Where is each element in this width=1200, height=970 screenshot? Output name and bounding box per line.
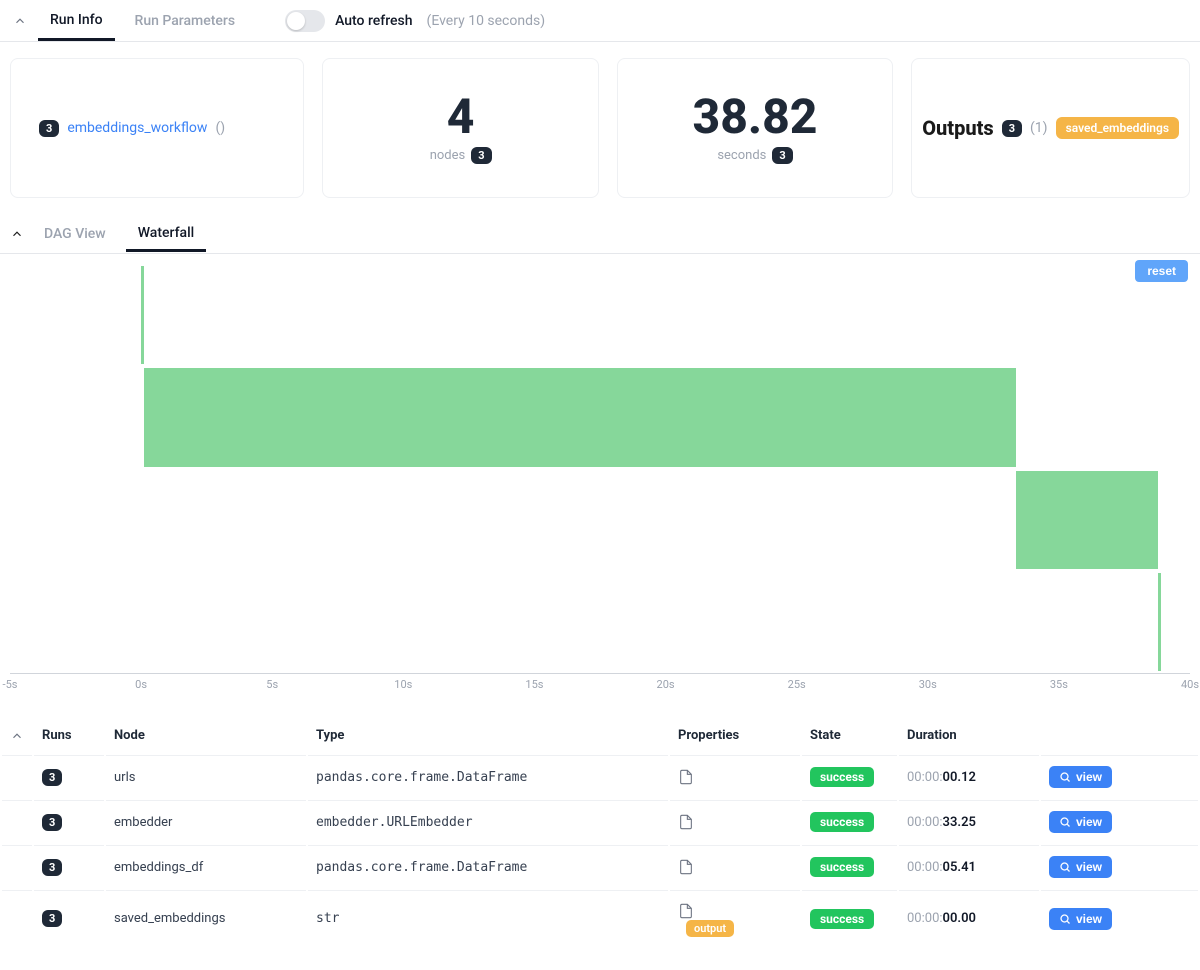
x-tick: 10s [394, 678, 412, 691]
table-row: 3 embeddings_dfpandas.core.frame.DataFram… [2, 845, 1198, 888]
x-tick: 0s [135, 678, 147, 691]
state-badge: success [810, 812, 874, 832]
seconds-label: seconds [717, 148, 766, 163]
node-type: pandas.core.frame.DataFrame [308, 755, 668, 798]
col-expand[interactable] [2, 718, 32, 753]
file-icon[interactable] [678, 901, 792, 921]
collapse-sub-icon[interactable] [10, 227, 24, 241]
outputs-pill[interactable]: saved_embeddings [1056, 117, 1179, 139]
waterfall-chart[interactable] [10, 264, 1190, 674]
view-button[interactable]: view [1049, 908, 1112, 930]
table-row: 3 embedderembedder.URLEmbedder success 00:0… [2, 800, 1198, 843]
col-duration: Duration [899, 718, 1039, 753]
outputs-label: Outputs [922, 116, 993, 140]
x-tick: 5s [266, 678, 278, 691]
outputs-count: (1) [1030, 120, 1048, 136]
x-tick: 30s [919, 678, 937, 691]
auto-refresh-toggle[interactable] [285, 10, 325, 32]
duration-prefix: 00:00: [907, 860, 943, 875]
auto-refresh-sub: (Every 10 seconds) [427, 13, 546, 29]
col-properties: Properties [670, 718, 800, 753]
waterfall-bar[interactable] [1158, 573, 1161, 671]
run-badge: 3 [42, 910, 62, 927]
state-badge: success [810, 857, 874, 877]
col-runs: Runs [34, 718, 104, 753]
card-nodes: 4 nodes 3 [322, 58, 598, 198]
runs-table: Runs Node Type Properties State Duration… [0, 716, 1200, 948]
run-badge: 3 [42, 859, 62, 876]
run-badge: 3 [42, 769, 62, 786]
outputs-badge: 3 [1002, 120, 1022, 137]
waterfall-chart-area: reset -5s0s5s10s15s20s25s30s35s40s [0, 254, 1200, 698]
state-badge: success [810, 767, 874, 787]
auto-refresh-label: Auto refresh [335, 13, 412, 29]
seconds-badge: 3 [772, 147, 792, 164]
waterfall-bar[interactable] [1016, 471, 1158, 569]
nodes-label: nodes [430, 148, 466, 163]
waterfall-bar[interactable] [144, 368, 1016, 466]
view-button[interactable]: view [1049, 811, 1112, 833]
duration-prefix: 00:00: [907, 815, 943, 830]
file-icon[interactable] [678, 767, 792, 787]
nodes-count: 4 [447, 93, 475, 141]
tab-run-parameters[interactable]: Run Parameters [123, 3, 248, 39]
node-type: embedder.URLEmbedder [308, 800, 668, 843]
col-node: Node [106, 718, 306, 753]
duration-prefix: 00:00: [907, 770, 943, 785]
x-tick: 15s [525, 678, 543, 691]
x-tick: 20s [657, 678, 675, 691]
tab-waterfall[interactable]: Waterfall [126, 217, 207, 252]
output-badge: output [686, 920, 734, 937]
node-name: saved_embeddings [106, 890, 306, 946]
table-row: 3 saved_embeddingsstr output success 00:00:0… [2, 890, 1198, 946]
seconds-value: 38.82 [693, 93, 818, 141]
summary-cards: 3 embeddings_workflow () 4 nodes 3 38.82 … [0, 42, 1200, 214]
node-name: urls [106, 755, 306, 798]
node-name: embeddings_df [106, 845, 306, 888]
view-button[interactable]: view [1049, 766, 1112, 788]
col-type: Type [308, 718, 668, 753]
node-type: pandas.core.frame.DataFrame [308, 845, 668, 888]
node-name: embedder [106, 800, 306, 843]
workflow-suffix: () [215, 120, 225, 136]
waterfall-bar[interactable] [141, 266, 144, 364]
view-button[interactable]: view [1049, 856, 1112, 878]
tab-dag-view[interactable]: DAG View [32, 218, 118, 250]
card-seconds: 38.82 seconds 3 [617, 58, 893, 198]
x-tick: -5s [3, 678, 18, 691]
duration-value: 33.25 [943, 815, 976, 830]
auto-refresh: Auto refresh (Every 10 seconds) [285, 10, 545, 32]
sub-tabs: DAG View Waterfall [0, 214, 1200, 254]
duration-value: 00.00 [943, 911, 976, 926]
col-state: State [802, 718, 897, 753]
collapse-top-icon[interactable] [10, 14, 30, 28]
x-tick: 40s [1181, 678, 1199, 691]
workflow-link[interactable]: embeddings_workflow [67, 120, 207, 136]
state-badge: success [810, 909, 874, 929]
duration-prefix: 00:00: [907, 911, 943, 926]
x-tick: 25s [788, 678, 806, 691]
workflow-badge: 3 [39, 120, 59, 137]
x-axis-ticks: -5s0s5s10s15s20s25s30s35s40s [10, 674, 1190, 698]
top-tabs: Run Info Run Parameters Auto refresh (Ev… [0, 0, 1200, 42]
card-outputs: Outputs 3 (1) saved_embeddings [911, 58, 1190, 198]
tab-run-info[interactable]: Run Info [38, 2, 115, 41]
x-tick: 35s [1050, 678, 1068, 691]
file-icon[interactable] [678, 812, 792, 832]
nodes-badge: 3 [471, 147, 491, 164]
node-type: str [308, 890, 668, 946]
card-workflow: 3 embeddings_workflow () [10, 58, 304, 198]
file-icon[interactable] [678, 857, 792, 877]
table-row: 3 urlspandas.core.frame.DataFrame success 0… [2, 755, 1198, 798]
duration-value: 05.41 [943, 860, 976, 875]
duration-value: 00.12 [943, 770, 976, 785]
col-actions [1041, 718, 1198, 753]
run-badge: 3 [42, 814, 62, 831]
